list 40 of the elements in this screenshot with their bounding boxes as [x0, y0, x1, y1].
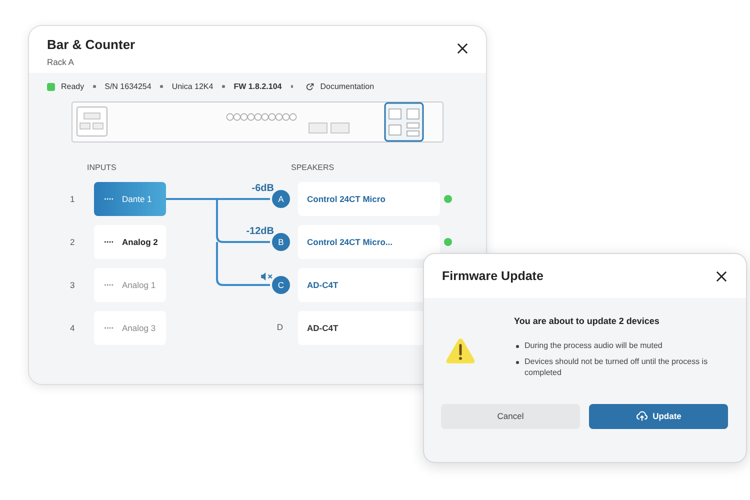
panel-subtitle: Rack A [47, 57, 75, 67]
drag-handle-icon[interactable] [104, 241, 114, 243]
bullet-text: Devices should not be turned off until the process is completed [524, 356, 709, 379]
input-item[interactable]: Analog 1 [94, 268, 166, 302]
firmware-version: FW 1.8.2.104 [234, 82, 282, 91]
row-number: 2 [69, 237, 76, 247]
device-info: S/N 1634254 [104, 82, 152, 91]
panel-title: Bar & Counter [47, 37, 136, 52]
signal-wire [216, 242, 270, 286]
row-number: 1 [69, 194, 76, 204]
close-icon[interactable] [716, 270, 727, 282]
bullet-text: During the process audio will be muted [524, 340, 662, 352]
close-icon[interactable] [457, 43, 468, 54]
speaker-item[interactable]: Control 24CT Micro... [298, 225, 440, 259]
row-number: 4 [69, 323, 76, 333]
gain-label: -12dB [246, 226, 274, 237]
port-badge[interactable]: C [272, 276, 290, 294]
external-link-icon [306, 82, 314, 90]
status-label: Ready [61, 82, 84, 91]
device-info: Unica 12K4 [172, 82, 214, 91]
cloud-upload-icon [636, 410, 648, 422]
port-badge[interactable]: A [272, 190, 290, 208]
port-label: D [276, 322, 283, 332]
documentation-link[interactable]: Documentation [320, 82, 374, 91]
drag-handle-icon[interactable] [104, 284, 114, 286]
speaker-item[interactable]: Control 24CT Micro [298, 182, 440, 216]
port-badge[interactable]: B [272, 233, 290, 251]
update-button[interactable]: Update [589, 404, 728, 429]
drag-handle-icon[interactable] [104, 198, 114, 200]
input-item[interactable]: Analog 2 [94, 225, 166, 259]
gain-label: -6dB [252, 183, 274, 194]
cancel-button[interactable]: Cancel [441, 404, 580, 429]
speakers-heading: SPEAKERS [291, 163, 334, 172]
drag-handle-icon[interactable] [104, 327, 114, 329]
inputs-heading: INPUTS [87, 163, 118, 172]
dialog-title: Firmware Update [442, 269, 544, 283]
input-item[interactable]: Dante 1 [94, 182, 166, 216]
row-number: 3 [69, 280, 76, 290]
input-item[interactable]: Analog 3 [94, 311, 166, 345]
dialog-message: You are about to update 2 devices [514, 316, 660, 326]
